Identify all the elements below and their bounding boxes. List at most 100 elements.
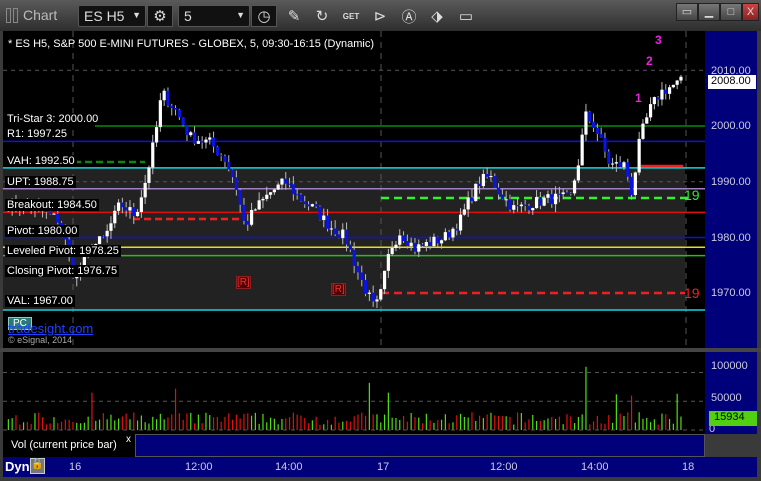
price-plot (3, 31, 705, 348)
volume-tick: 50000 (711, 392, 742, 404)
candle (629, 176, 634, 196)
candle (428, 242, 432, 247)
candle (356, 265, 360, 273)
candle (147, 167, 151, 183)
candle (154, 127, 159, 143)
time-axis[interactable]: Dyn 🔓 16 12:00 14:00 17 12:00 14:00 18 (3, 457, 757, 477)
refresh-icon[interactable]: ↻ (309, 5, 335, 27)
symbol-combo[interactable]: ES H5 ▼ (78, 5, 146, 27)
candle (485, 174, 489, 177)
close-study-icon[interactable]: x (126, 434, 131, 445)
candle (299, 194, 303, 202)
grip-icon[interactable] (6, 8, 11, 23)
candle (679, 76, 683, 81)
window-title: Chart (23, 7, 58, 23)
candle (166, 90, 170, 106)
candle (257, 200, 261, 210)
link-icon[interactable]: ⬗ (424, 5, 450, 27)
seq-marker: 2 (646, 54, 653, 68)
candle (386, 254, 390, 271)
count-label: 19 (684, 285, 700, 301)
volume-plot (3, 366, 705, 431)
price-axis[interactable]: 2010.00 2000.00 1990.00 1980.00 1970.00 … (705, 31, 757, 348)
chevron-down-icon: ▼ (236, 10, 245, 20)
candle (500, 194, 504, 200)
candle (436, 236, 440, 244)
candle (242, 204, 246, 221)
grip-icon[interactable] (13, 8, 18, 23)
candle (173, 107, 178, 110)
close-button[interactable]: X (742, 3, 759, 21)
candle (538, 197, 542, 206)
candle (447, 232, 451, 238)
study-bar (135, 434, 705, 457)
candle (610, 163, 615, 165)
candle (101, 236, 105, 238)
candle (477, 183, 482, 187)
candle (223, 156, 227, 162)
candle (466, 197, 470, 210)
get-icon[interactable]: GET (338, 5, 364, 27)
candle (253, 209, 257, 211)
candle (451, 228, 455, 238)
volume-tick: 100000 (711, 360, 748, 372)
tradesight-link[interactable]: tradesight.com (8, 321, 93, 336)
candle (603, 137, 607, 152)
play-icon[interactable]: ⊳ (367, 5, 393, 27)
candle (337, 234, 341, 239)
candle (557, 193, 561, 195)
candle (227, 161, 231, 170)
level-label: Tri-Star 3: 2000.00 (5, 113, 101, 125)
candle (660, 89, 664, 100)
candle (618, 162, 622, 168)
candle (379, 289, 383, 300)
volume-chart[interactable] (3, 352, 705, 434)
candle (196, 141, 200, 144)
time-tick: 17 (377, 461, 390, 473)
price-chart[interactable]: * ES H5, S&P 500 E-MINI FUTURES - GLOBEX… (3, 31, 705, 348)
candle (128, 207, 132, 211)
comment-icon[interactable]: ▭ (453, 5, 479, 27)
candle (375, 299, 379, 302)
gear-icon[interactable]: ⚙ (147, 5, 173, 27)
candle (325, 215, 330, 229)
level-label: R1: 1997.25 (5, 128, 69, 141)
candle (637, 138, 641, 173)
symbol-value: ES H5 (84, 8, 125, 24)
seq-marker: 1 (635, 91, 642, 105)
candle (382, 270, 387, 290)
candle (177, 109, 181, 118)
candle (622, 162, 626, 168)
candle (401, 235, 406, 242)
candle (367, 292, 371, 294)
candle (181, 117, 185, 126)
maximize-button[interactable]: □ (720, 3, 742, 21)
candle (158, 100, 162, 128)
candle (185, 125, 189, 136)
lock-icon[interactable]: 🔓 (30, 458, 45, 474)
a-icon[interactable]: Ⓐ (396, 5, 422, 27)
candle (192, 132, 197, 144)
candle (417, 244, 421, 252)
candle (314, 204, 318, 207)
restore-icon[interactable]: ▭ (676, 3, 698, 21)
candle (215, 146, 219, 156)
candle (291, 184, 295, 195)
candle (249, 210, 254, 225)
candle (151, 142, 155, 168)
candle (405, 241, 409, 247)
candle (481, 174, 485, 187)
pencil-icon[interactable]: ✎ (281, 5, 307, 27)
candle (633, 172, 637, 196)
minimize-button[interactable]: ▁ (698, 3, 720, 21)
volume-label-text: Vol (current price bar) (11, 439, 117, 451)
candle (504, 199, 508, 201)
candle (162, 90, 166, 101)
candle (280, 178, 284, 185)
candle (284, 178, 288, 184)
current-price-tag: 2008.00 (708, 75, 756, 89)
level-label: Closing Pivot: 1976.75 (5, 264, 120, 277)
clock-icon[interactable]: ◷ (251, 5, 277, 27)
candle (109, 223, 113, 231)
interval-combo[interactable]: 5 ▼ (178, 5, 250, 27)
